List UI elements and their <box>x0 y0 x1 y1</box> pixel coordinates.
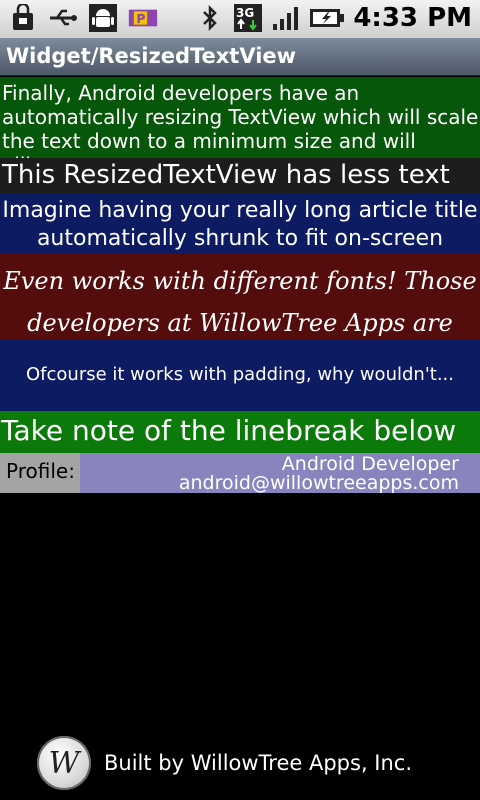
logo-letter: W <box>48 745 80 781</box>
profile-value: Android Developer android@willowtreeapps… <box>80 453 480 493</box>
linebreak-note-text: Take note of the linebreak below <box>1 414 457 447</box>
profile-email: android@willowtreeapps.com <box>178 472 459 494</box>
resized-textview-padding: Ofcourse it works with padding, why woul… <box>0 339 480 411</box>
app-title: Widget/ResizedTextView <box>6 44 297 68</box>
resized-textview-long-text: Finally, Android developers have an auto… <box>2 81 479 158</box>
resized-textview-short: This ResizedTextView has less text <box>0 158 480 193</box>
padding-text: Ofcourse it works with padding, why woul… <box>26 364 454 385</box>
bluetooth-icon <box>195 3 225 33</box>
resized-textview-short-text: This ResizedTextView has less text <box>2 160 450 190</box>
status-bar: P 3G 4:33 PM <box>0 0 480 38</box>
willowtree-logo-icon: W <box>37 736 91 790</box>
footer-credit: W Built by WillowTree Apps, Inc. <box>37 736 412 790</box>
svg-text:3G: 3G <box>236 6 254 20</box>
resized-textview-custom-font: Even works with different fonts! Those d… <box>0 254 480 339</box>
profile-label: Profile: <box>0 453 80 493</box>
battery-charging-icon <box>309 3 345 33</box>
android-debug-icon <box>88 3 118 33</box>
resized-textview-linebreak-note: Take note of the linebreak below <box>0 411 480 453</box>
p-notification-icon: P <box>128 3 158 33</box>
svg-text:P: P <box>136 11 145 26</box>
usb-icon <box>48 3 78 33</box>
shopping-bag-icon <box>8 3 38 33</box>
resized-textview-long: Finally, Android developers have an auto… <box>0 77 480 158</box>
custom-font-text: Even works with different fonts! Those d… <box>3 267 477 337</box>
3g-icon: 3G <box>233 3 263 33</box>
resized-textview-article-title: Imagine having your really long article … <box>0 193 480 254</box>
clock-time: 4:33 PM <box>353 3 472 33</box>
signal-icon <box>271 3 301 33</box>
built-by-text: Built by WillowTree Apps, Inc. <box>104 751 413 775</box>
article-title-text: Imagine having your really long article … <box>2 198 478 251</box>
app-title-bar: Widget/ResizedTextView <box>0 38 480 76</box>
